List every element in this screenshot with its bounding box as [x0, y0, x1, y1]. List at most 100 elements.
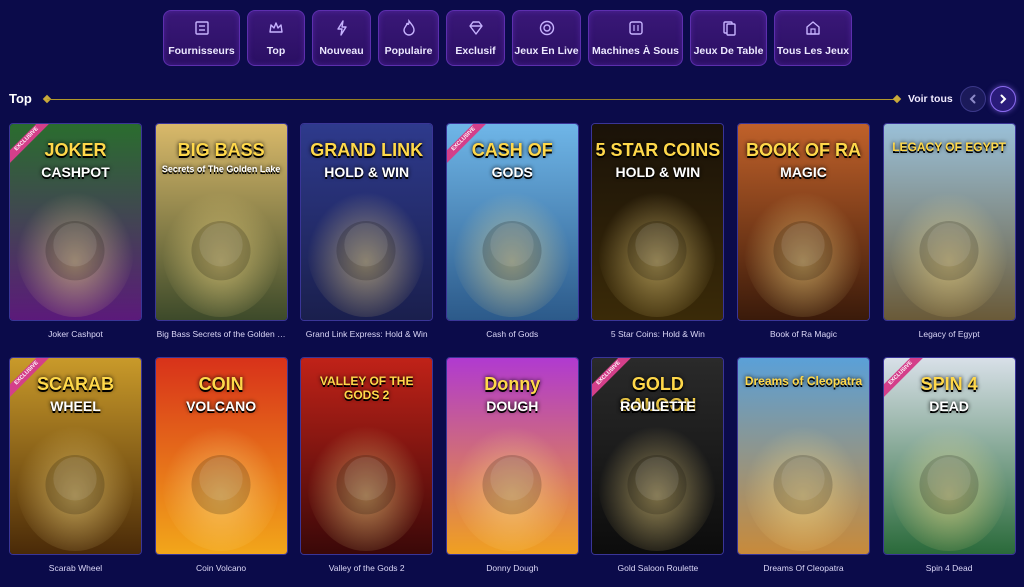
game-thumbnail[interactable]: SPIN 4 DEAD EXCLUSIVE — [882, 357, 1016, 555]
game-logo-text: JOKER — [44, 140, 107, 160]
providers-icon — [193, 19, 211, 37]
category-label: Jeux En Live — [514, 45, 579, 57]
game-tile[interactable]: GRAND LINK HOLD & WIN Grand Link Express… — [300, 123, 434, 339]
game-tile[interactable]: BIG BASS Secrets of The Golden Lake Big … — [154, 123, 288, 339]
game-logo-subtext: HOLD & WIN — [615, 164, 701, 180]
game-thumbnail[interactable]: VALLEY OF THE GODS 2 — [300, 357, 434, 555]
game-logo-subtext: CASHPOT — [41, 164, 110, 180]
category-label: Machines À Sous — [592, 45, 679, 57]
game-tile[interactable]: COIN VOLCANO Coin Volcano — [154, 357, 288, 573]
category-nouveau[interactable]: Nouveau — [312, 10, 371, 66]
game-tile[interactable]: CASH OF GODS EXCLUSIVE Cash of Gods — [445, 123, 579, 339]
game-title[interactable]: Legacy of Egypt — [883, 329, 1016, 339]
category-exclusif[interactable]: Exclusif — [446, 10, 505, 66]
section-divider — [47, 99, 898, 100]
game-logo-text: BIG BASS — [177, 140, 265, 160]
category-label: Nouveau — [319, 45, 364, 57]
game-tile[interactable]: JOKER CASHPOT EXCLUSIVE Joker Cashpot — [9, 123, 142, 339]
game-title[interactable]: 5 Star Coins: Hold & Win — [591, 329, 724, 339]
game-thumbnail[interactable]: SCARAB WHEEL EXCLUSIVE — [9, 357, 142, 555]
category-populaire[interactable]: Populaire — [378, 10, 439, 66]
game-tile[interactable]: BOOK OF RA MAGIC Book of Ra Magic — [737, 123, 870, 339]
chevron-right-icon — [1000, 94, 1007, 104]
game-title[interactable]: Donny Dough — [446, 563, 579, 573]
category-label: Jeux De Table — [693, 45, 764, 57]
game-tile[interactable]: 5 STAR COINS HOLD & WIN 5 Star Coins: Ho… — [591, 123, 725, 339]
game-title[interactable]: Dreams Of Cleopatra — [737, 563, 870, 573]
game-thumbnail[interactable]: CASH OF GODS EXCLUSIVE — [445, 123, 579, 321]
category-label: Top — [266, 45, 286, 57]
view-all-link[interactable]: Voir tous — [908, 93, 953, 105]
category-label: Exclusif — [455, 45, 496, 57]
game-title[interactable]: Cash of Gods — [446, 329, 579, 339]
section-title: Top — [9, 91, 32, 106]
game-logo-subtext: WHEEL — [50, 398, 101, 414]
category-jeux-en-live[interactable]: Jeux En Live — [512, 10, 581, 66]
diamond-icon — [467, 19, 485, 37]
game-logo-subtext: MAGIC — [780, 164, 827, 180]
game-logo-text: Dreams of Cleopatra — [744, 374, 863, 388]
flame-icon — [400, 19, 418, 37]
chip-icon — [538, 19, 556, 37]
category-label: Tous Les Jeux — [776, 45, 850, 57]
game-logo-text: GRAND LINK — [310, 140, 424, 160]
game-thumbnail[interactable]: COIN VOLCANO — [154, 357, 288, 555]
game-title[interactable]: Gold Saloon Roulette — [591, 563, 724, 573]
game-logo-subtext: ROULETTE — [620, 398, 696, 414]
crown-icon — [267, 19, 285, 37]
category-jeux-de-table[interactable]: Jeux De Table — [690, 10, 767, 66]
game-logo-text: CASH OF — [471, 140, 553, 160]
game-logo-subtext: Secrets of The Golden Lake — [161, 164, 281, 174]
category-label: Populaire — [384, 45, 433, 57]
game-logo-text: COIN — [198, 374, 244, 394]
category-tous-les-jeux[interactable]: Tous Les Jeux — [774, 10, 852, 66]
game-tile[interactable]: GOLD SALOON ROULETTE EXCLUSIVE Gold Salo… — [591, 357, 725, 573]
chevron-left-icon — [969, 94, 976, 104]
carousel-prev-button[interactable] — [960, 86, 986, 112]
game-logo-text: BOOK OF RA — [746, 140, 861, 160]
game-thumbnail[interactable]: GRAND LINK HOLD & WIN — [300, 123, 434, 321]
game-logo-subtext: VOLCANO — [186, 398, 257, 414]
game-tile[interactable]: VALLEY OF THE GODS 2 Valley of the Gods … — [300, 357, 434, 573]
slot-machine-icon — [627, 19, 645, 37]
game-logo-text: LEGACY OF EGYPT — [892, 140, 1006, 154]
game-title[interactable]: Book of Ra Magic — [737, 329, 870, 339]
category-label: Fournisseurs — [168, 45, 235, 57]
game-thumbnail[interactable]: Donny DOUGH — [445, 357, 579, 555]
game-thumbnail[interactable]: GOLD SALOON ROULETTE EXCLUSIVE — [591, 357, 725, 555]
casino-building-icon — [804, 19, 822, 37]
game-tile[interactable]: Donny DOUGH Donny Dough — [445, 357, 579, 573]
game-title[interactable]: Grand Link Express: Hold & Win — [300, 329, 433, 339]
game-tile[interactable]: SPIN 4 DEAD EXCLUSIVE Spin 4 Dead — [882, 357, 1016, 573]
game-thumbnail[interactable]: 5 STAR COINS HOLD & WIN — [591, 123, 725, 321]
lightning-icon — [333, 19, 351, 37]
game-logo-text: SPIN 4 — [920, 374, 978, 394]
game-logo-text: 5 STAR COINS — [595, 140, 721, 160]
game-tile[interactable]: Dreams of Cleopatra Dreams Of Cleopatra — [737, 357, 870, 573]
game-logo-text: Donny — [484, 374, 541, 394]
game-logo-subtext: GODS — [491, 164, 533, 180]
game-title[interactable]: Valley of the Gods 2 — [300, 563, 433, 573]
game-thumbnail[interactable]: JOKER CASHPOT EXCLUSIVE — [9, 123, 142, 321]
category-machines-sous[interactable]: Machines À Sous — [588, 10, 683, 66]
game-thumbnail[interactable]: BIG BASS Secrets of The Golden Lake — [154, 123, 288, 321]
game-thumbnail[interactable]: LEGACY OF EGYPT — [882, 123, 1016, 321]
category-fournisseurs[interactable]: Fournisseurs — [163, 10, 240, 66]
game-title[interactable]: Scarab Wheel — [9, 563, 142, 573]
game-logo-subtext: HOLD & WIN — [324, 164, 410, 180]
game-thumbnail[interactable]: BOOK OF RA MAGIC — [737, 123, 870, 321]
game-thumbnail[interactable]: Dreams of Cleopatra — [737, 357, 870, 555]
game-title[interactable]: Big Bass Secrets of the Golden L... — [155, 329, 288, 339]
game-title[interactable]: Spin 4 Dead — [883, 563, 1016, 573]
game-tile[interactable]: LEGACY OF EGYPT Legacy of Egypt — [882, 123, 1016, 339]
divider-ornament — [892, 94, 902, 104]
game-title[interactable]: Joker Cashpot — [9, 329, 142, 339]
game-logo-text: SCARAB — [36, 374, 114, 394]
game-tile[interactable]: SCARAB WHEEL EXCLUSIVE Scarab Wheel — [9, 357, 142, 573]
game-title[interactable]: Coin Volcano — [155, 563, 288, 573]
cards-icon — [720, 19, 738, 37]
category-top[interactable]: Top — [247, 10, 305, 66]
game-logo-text: VALLEY OF THE GODS 2 — [319, 374, 414, 402]
game-logo-subtext: DEAD — [929, 398, 969, 414]
carousel-next-button[interactable] — [990, 86, 1016, 112]
